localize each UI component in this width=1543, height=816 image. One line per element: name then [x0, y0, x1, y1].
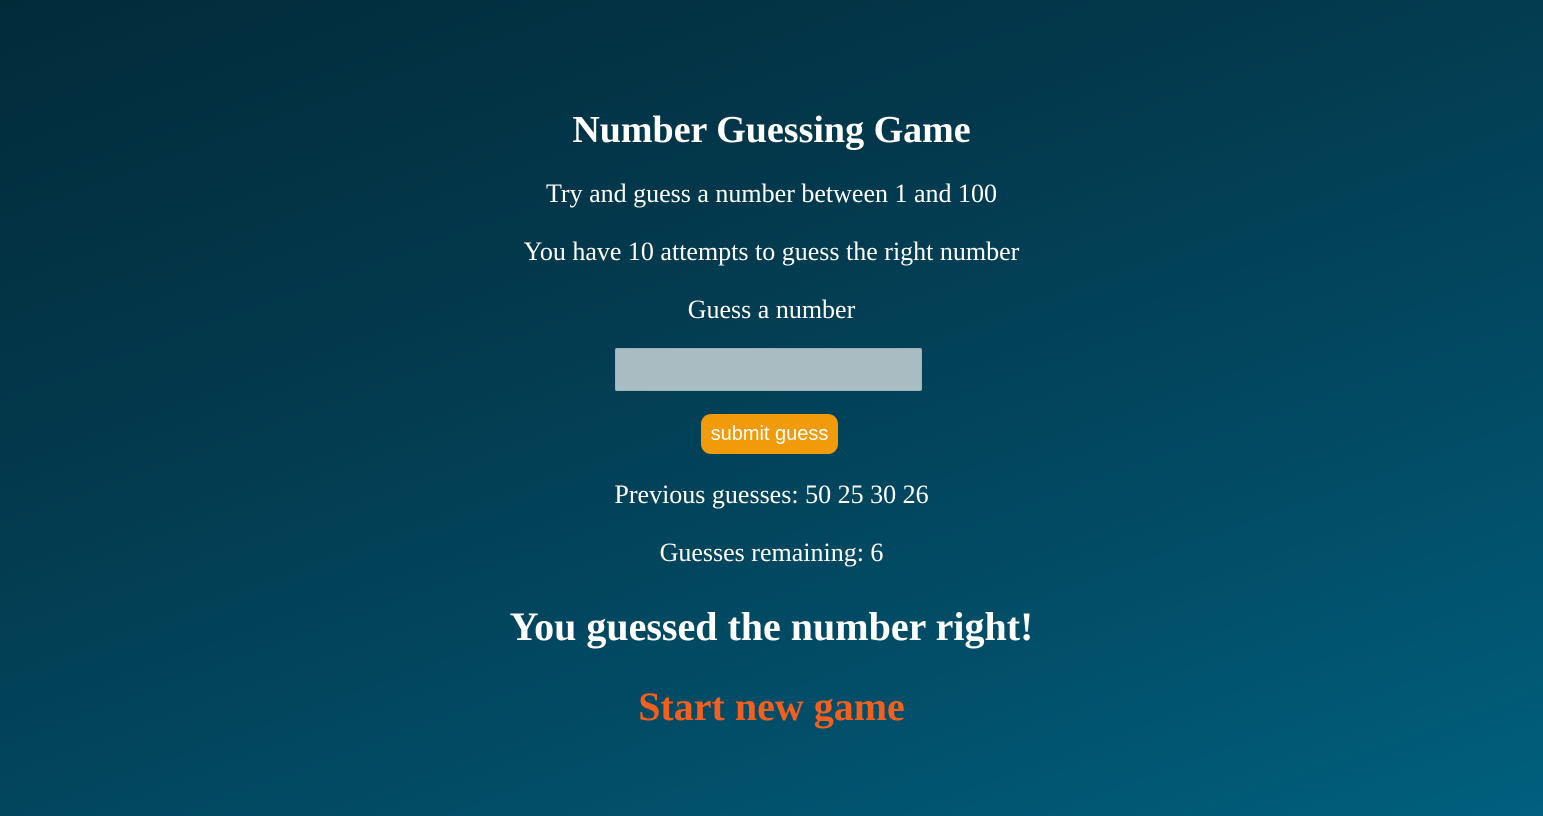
previous-guesses: Previous guesses: 50 25 30 26	[0, 480, 1543, 510]
start-new-game-link[interactable]: Start new game	[638, 684, 905, 729]
game-container: Number Guessing Game Try and guess a num…	[0, 0, 1543, 816]
guesses-remaining-label: Guesses remaining:	[659, 538, 864, 567]
guesses-remaining-count: 6	[870, 538, 884, 567]
instructions-text: Try and guess a number between 1 and 100	[545, 179, 998, 208]
page-title: Number Guessing Game	[572, 109, 971, 151]
guesses-remaining: Guesses remaining: 6	[0, 538, 1543, 568]
submit-guess-button[interactable]: submit guess	[701, 414, 838, 454]
new-game-heading: Start new game	[0, 684, 1543, 730]
guess-label: Guess a number	[687, 295, 856, 324]
attempts-info-text: You have 10 attempts to guess the right …	[523, 237, 1020, 266]
previous-guesses-label: Previous guesses:	[614, 480, 799, 509]
previous-guesses-values: 50 25 30 26	[805, 480, 929, 509]
guess-input[interactable]	[615, 348, 922, 391]
result-message: You guessed the number right!	[509, 604, 1034, 649]
